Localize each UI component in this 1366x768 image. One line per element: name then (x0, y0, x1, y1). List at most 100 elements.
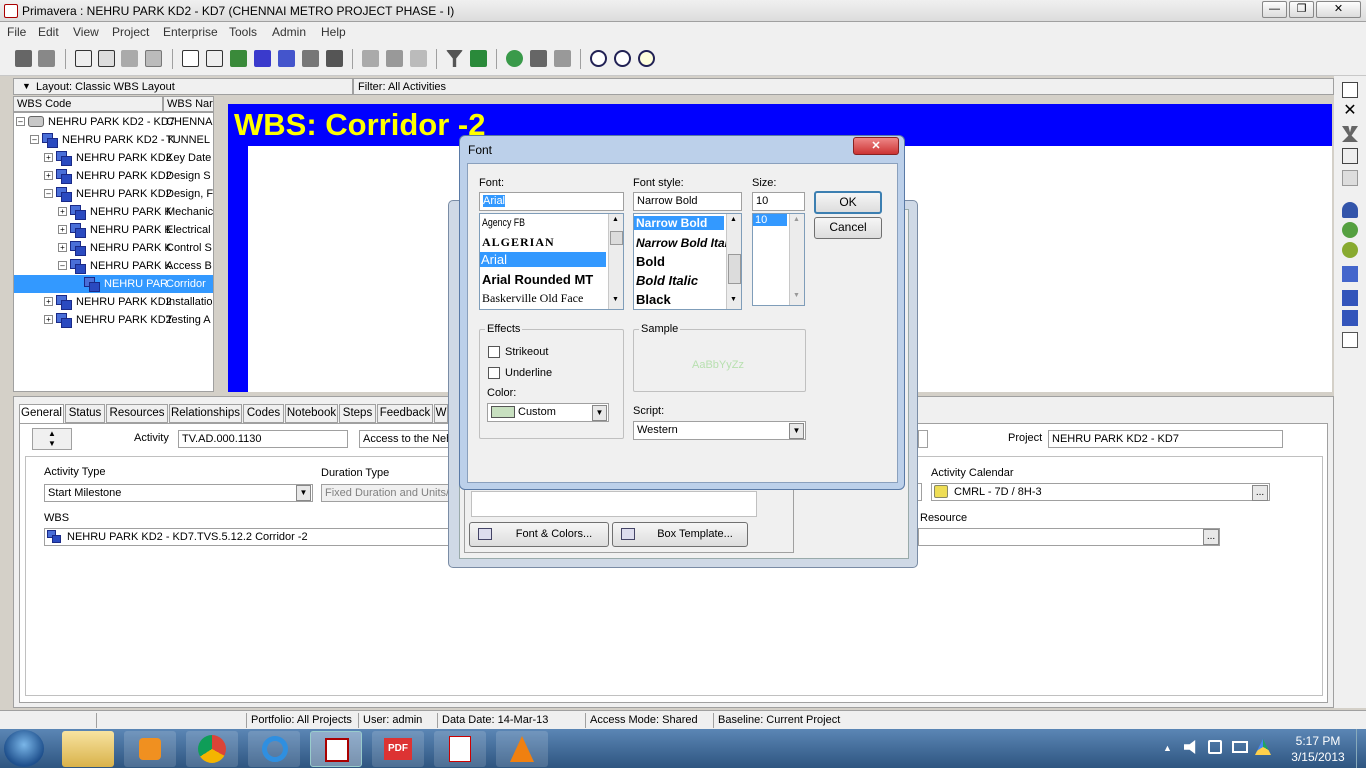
restore-button[interactable]: ❐ (1289, 1, 1314, 18)
tab-resources[interactable]: Resources (106, 404, 168, 423)
font-list-scrollbar[interactable]: ▲ ▼ (608, 214, 623, 309)
menu-enterprise[interactable]: Enterprise (163, 25, 218, 39)
font-item[interactable]: Arial Rounded MT (482, 272, 593, 287)
calendar-browse-button[interactable]: ... (1252, 485, 1268, 501)
adobe-reader-taskbar-icon[interactable] (434, 731, 486, 767)
delete-icon[interactable]: ✕ (1342, 103, 1358, 120)
menu-edit[interactable]: Edit (38, 25, 59, 39)
trace-logic-icon[interactable] (278, 50, 295, 67)
expand-icon[interactable]: + (44, 315, 53, 324)
style-list-scrollbar[interactable]: ▲ ▼ (726, 214, 741, 309)
font-name-list[interactable]: Agency FB ALGERIAN Arial Arial Rounded M… (479, 213, 624, 310)
tree-row[interactable]: + NEHRU PARK KD2 Key Date (14, 149, 213, 167)
layout-header[interactable]: ▼ Layout: Classic WBS Layout (13, 78, 353, 95)
progress-spotlight-icon[interactable] (1342, 332, 1358, 348)
size-input[interactable]: 10 (752, 192, 805, 211)
tree-row[interactable]: – NEHRU PARK KD2 - K TUNNEL (14, 131, 213, 149)
font-item[interactable]: Baskerville Old Face (482, 291, 583, 306)
strikeout-checkbox[interactable] (488, 346, 500, 358)
underline-checkbox[interactable] (488, 367, 500, 379)
align-left-icon[interactable] (362, 50, 379, 67)
menu-admin[interactable]: Admin (272, 25, 306, 39)
style-item[interactable]: Black (636, 292, 671, 307)
style-item[interactable]: Bold (636, 254, 665, 269)
tab-feedback[interactable]: Feedback (377, 404, 433, 423)
gantt-icon[interactable] (206, 50, 223, 67)
group-sort-icon[interactable] (145, 50, 162, 67)
indent-icon[interactable] (121, 50, 138, 67)
wbs-field[interactable]: NEHRU PARK KD2 - KD7.TVS.5.12.2 Corridor… (44, 528, 449, 546)
apply-actuals-icon[interactable] (554, 50, 571, 67)
style-item-selected[interactable]: Narrow Bold (634, 216, 724, 230)
pdf-converter-taskbar-icon[interactable]: PDF (372, 731, 424, 767)
tab-codes[interactable]: Codes (243, 404, 284, 423)
media-player-taskbar-icon[interactable] (124, 731, 176, 767)
copy-icon[interactable] (1342, 148, 1358, 164)
font-item[interactable]: Agency FB (482, 217, 525, 229)
activity-calendar-field[interactable]: CMRL - 7D / 8H-3 (931, 483, 1270, 501)
size-list[interactable]: 10 ▲ ▼ (752, 213, 805, 306)
tab-general[interactable]: General (19, 404, 64, 424)
collapse-icon[interactable]: – (30, 135, 39, 144)
show-desktop-button[interactable] (1356, 729, 1366, 768)
resource-browse-button[interactable]: ... (1203, 529, 1219, 545)
tree-row[interactable]: + NEHRU PARK K Mechanic (14, 203, 213, 221)
menu-tools[interactable]: Tools (229, 25, 257, 39)
activity-network-icon[interactable] (254, 50, 271, 67)
font-name-input[interactable]: Arial (479, 192, 624, 211)
level-icon[interactable] (530, 50, 547, 67)
menu-view[interactable]: View (73, 25, 99, 39)
assign-successor-icon[interactable] (1342, 290, 1358, 306)
expand-icon[interactable]: + (58, 207, 67, 216)
tree-row[interactable]: + NEHRU PARK K Electrical (14, 221, 213, 239)
color-dropdown-icon[interactable]: ▼ (592, 405, 607, 421)
collapse-icon[interactable]: – (44, 189, 53, 198)
assign-role-icon[interactable] (1342, 242, 1358, 258)
assign-predecessor-icon[interactable] (1342, 266, 1358, 282)
print-icon[interactable] (15, 50, 32, 67)
tab-wps[interactable]: W (434, 404, 448, 423)
align-center-icon[interactable] (386, 50, 403, 67)
font-item-selected[interactable]: Arial (480, 252, 606, 267)
layout-dropdown-icon[interactable]: ▼ (22, 81, 31, 91)
zoom-in-icon[interactable] (590, 50, 607, 67)
vlc-taskbar-icon[interactable] (496, 731, 548, 767)
prev-next-arrows[interactable]: ▲ ▼ (32, 428, 72, 450)
tree-row-selected[interactable]: NEHRU PAR Corridor (14, 275, 213, 293)
cancel-button[interactable]: Cancel (814, 217, 882, 239)
primavera-taskbar-icon[interactable] (310, 731, 362, 767)
activity-type-select[interactable]: Start Milestone (44, 484, 313, 502)
font-item[interactable]: ALGERIAN (482, 235, 555, 250)
tab-status[interactable]: Status (65, 404, 105, 423)
chart-icon[interactable] (230, 50, 247, 67)
tab-relationships[interactable]: Relationships (169, 404, 242, 423)
tree-row[interactable]: – NEHRU PARK KD2 Design, F (14, 185, 213, 203)
tree-row[interactable]: – NEHRU PARK KD2 - KD7 CHENNA (14, 113, 213, 131)
ok-button[interactable]: OK (814, 191, 882, 214)
clock-date[interactable]: 3/15/2013 (1283, 750, 1353, 764)
expand-icon[interactable]: + (44, 297, 53, 306)
menu-project[interactable]: Project (112, 25, 149, 39)
close-button[interactable]: ✕ (1316, 1, 1361, 18)
internet-explorer-taskbar-icon[interactable] (248, 731, 300, 767)
schedule-icon[interactable] (506, 50, 523, 67)
new-icon[interactable] (1342, 82, 1358, 98)
network-icon[interactable] (1232, 741, 1248, 753)
cut-icon[interactable] (1342, 126, 1358, 142)
col-wbs-code[interactable]: WBS Code (13, 96, 163, 112)
columns-icon[interactable] (75, 50, 92, 67)
resource-profile-icon[interactable] (302, 50, 319, 67)
explorer-taskbar-icon[interactable] (62, 731, 114, 767)
menu-file[interactable]: File (7, 25, 26, 39)
box-template-button[interactable]: Box Template... (612, 522, 748, 547)
grid-icon[interactable] (410, 50, 427, 67)
assign-user-icon[interactable] (1342, 202, 1358, 218)
assign-step-icon[interactable] (1342, 310, 1358, 326)
tree-row[interactable]: + NEHRU PARK KD2 Testing A (14, 311, 213, 329)
style-item[interactable]: Narrow Bold Italic (636, 236, 726, 250)
zoom-fit-icon[interactable] (638, 50, 655, 67)
script-dropdown-icon[interactable]: ▼ (789, 423, 804, 439)
dropdown-arrow-icon[interactable]: ▼ (296, 485, 311, 501)
font-style-list[interactable]: Narrow Bold Narrow Bold Italic Bold Bold… (633, 213, 742, 310)
expand-icon[interactable]: + (44, 153, 53, 162)
